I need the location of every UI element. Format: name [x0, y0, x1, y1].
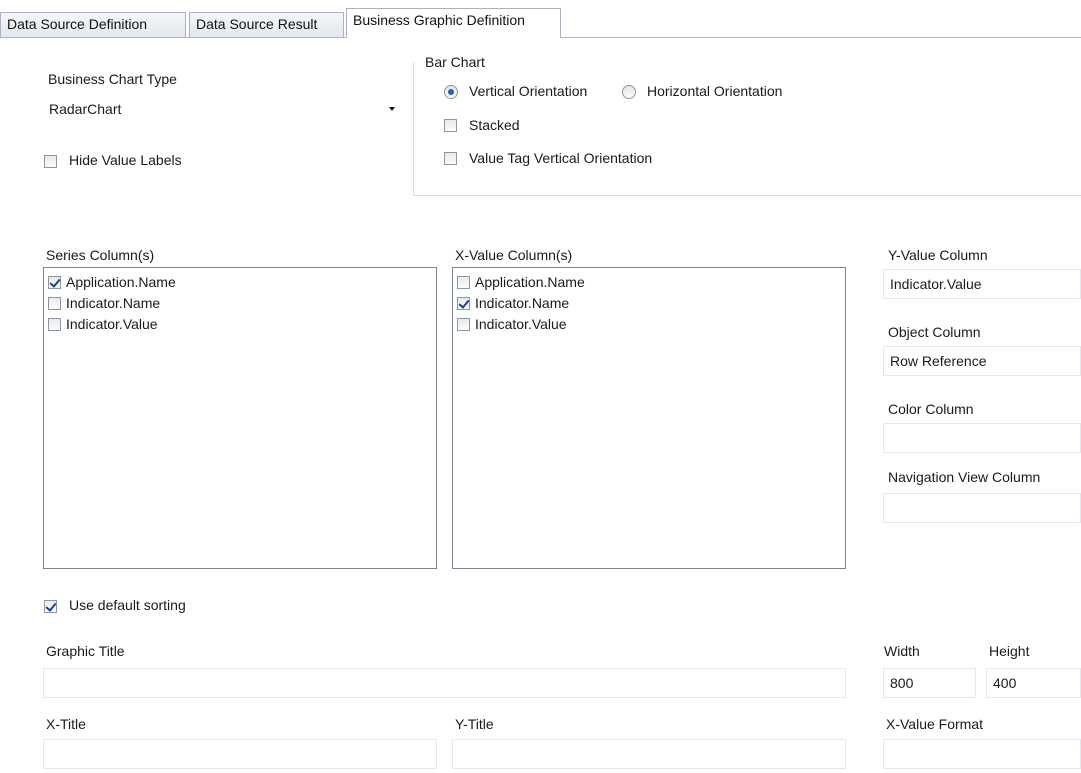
- chart-type-value: RadarChart: [49, 101, 122, 117]
- list-item-label: Indicator.Name: [475, 295, 570, 311]
- value-tag-vertical-checkbox[interactable]: [444, 152, 457, 165]
- xvalue-columns-label: X-Value Column(s): [455, 247, 573, 263]
- width-field[interactable]: 800: [883, 668, 976, 698]
- chevron-down-icon[interactable]: [389, 107, 395, 111]
- chart-type-label: Business Chart Type: [48, 71, 177, 87]
- list-item[interactable]: Indicator.Value: [453, 314, 845, 334]
- default-sorting-checkbox[interactable]: [44, 600, 57, 613]
- xvalue-format-field[interactable]: [883, 739, 1081, 769]
- bar-chart-group-title: Bar Chart: [425, 54, 485, 70]
- vertical-orientation-radio[interactable]: [444, 85, 458, 99]
- list-item[interactable]: Application.Name: [44, 272, 436, 292]
- xvalue-columns-list[interactable]: Application.Name Indicator.Name Indicato…: [452, 267, 846, 569]
- bar-chart-group-border-bottom: [413, 195, 1081, 196]
- object-column-label: Object Column: [888, 324, 981, 340]
- x-title-label: X-Title: [46, 716, 86, 732]
- list-item-checkbox[interactable]: [48, 297, 61, 310]
- tab-data-source-result[interactable]: Data Source Result: [189, 12, 344, 37]
- list-item-checkbox[interactable]: [457, 276, 470, 289]
- horizontal-orientation-radio[interactable]: [622, 85, 636, 99]
- tab-business-graphic-definition[interactable]: Business Graphic Definition: [346, 8, 561, 38]
- list-item-checkbox[interactable]: [457, 297, 470, 310]
- list-item-label: Indicator.Value: [475, 316, 567, 332]
- series-columns-list[interactable]: Application.Name Indicator.Name Indicato…: [43, 267, 437, 569]
- yvalue-column-field[interactable]: Indicator.Value: [883, 269, 1081, 299]
- color-column-label: Color Column: [888, 401, 974, 417]
- value-tag-vertical-label: Value Tag Vertical Orientation: [469, 150, 653, 166]
- list-item-label: Indicator.Name: [66, 295, 161, 311]
- list-item-checkbox[interactable]: [457, 318, 470, 331]
- tab-strip: Data Source Definition Data Source Resul…: [0, 0, 1081, 38]
- width-label: Width: [884, 643, 920, 659]
- y-title-label: Y-Title: [455, 716, 494, 732]
- tab-data-source-definition[interactable]: Data Source Definition: [0, 12, 186, 37]
- series-columns-label: Series Column(s): [46, 247, 155, 263]
- default-sorting-label: Use default sorting: [69, 597, 186, 613]
- hide-value-labels-checkbox[interactable]: [44, 155, 57, 168]
- vertical-orientation-label: Vertical Orientation: [469, 83, 588, 99]
- yvalue-column-label: Y-Value Column: [888, 247, 988, 263]
- chart-type-dropdown[interactable]: RadarChart: [43, 95, 400, 125]
- list-item[interactable]: Indicator.Value: [44, 314, 436, 334]
- height-label: Height: [989, 643, 1030, 659]
- x-title-field[interactable]: [43, 739, 437, 769]
- list-item-label: Indicator.Value: [66, 316, 158, 332]
- horizontal-orientation-label: Horizontal Orientation: [647, 83, 783, 99]
- height-field[interactable]: 400: [986, 668, 1081, 698]
- color-column-field[interactable]: [883, 423, 1081, 453]
- list-item-label: Application.Name: [475, 274, 585, 290]
- y-title-field[interactable]: [452, 739, 846, 769]
- list-item[interactable]: Indicator.Name: [44, 293, 436, 313]
- navigation-view-column-field[interactable]: [883, 493, 1081, 523]
- stacked-label: Stacked: [469, 117, 520, 133]
- graphic-title-label: Graphic Title: [46, 643, 125, 659]
- stacked-checkbox[interactable]: [444, 119, 457, 132]
- list-item[interactable]: Application.Name: [453, 272, 845, 292]
- hide-value-labels-label: Hide Value Labels: [69, 152, 182, 168]
- object-column-field[interactable]: Row Reference: [883, 346, 1081, 376]
- list-item-label: Application.Name: [66, 274, 176, 290]
- xvalue-format-label: X-Value Format: [886, 716, 983, 732]
- graphic-title-field[interactable]: [43, 668, 846, 698]
- list-item-checkbox[interactable]: [48, 318, 61, 331]
- bar-chart-group-border: [413, 62, 414, 196]
- list-item[interactable]: Indicator.Name: [453, 293, 845, 313]
- navigation-view-column-label: Navigation View Column: [888, 469, 1041, 485]
- list-item-checkbox[interactable]: [48, 276, 61, 289]
